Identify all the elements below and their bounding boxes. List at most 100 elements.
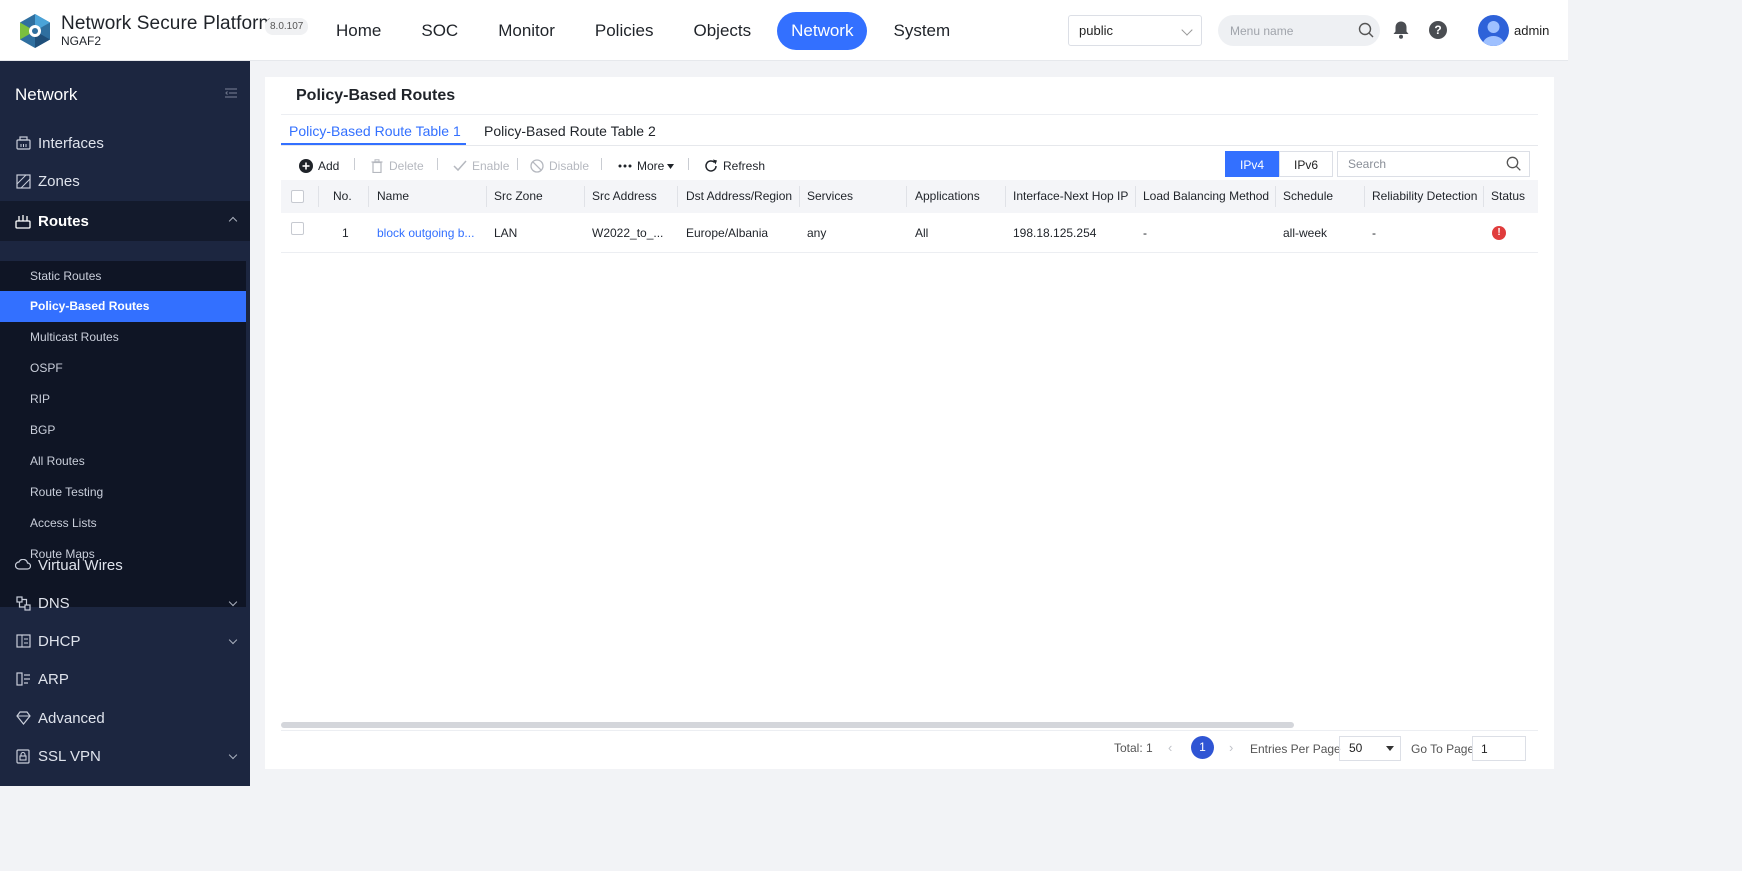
sidebar-item-advanced[interactable]: Advanced [0, 700, 250, 736]
help-icon[interactable]: ? [1429, 21, 1447, 39]
column-header-lb-method[interactable]: Load Balancing Method [1135, 180, 1275, 213]
enable-button[interactable]: Enable [453, 156, 509, 176]
sidebar-subitem-route-testing[interactable]: Route Testing [0, 477, 246, 508]
sidebar-subitem-rip[interactable]: RIP [0, 384, 246, 415]
cell-src-address: W2022_to_... [592, 226, 664, 240]
sidebar-subitem-ospf[interactable]: OSPF [0, 353, 246, 384]
sidebar-item-virtual-wires[interactable]: Virtual Wires [0, 547, 250, 583]
sidebar-item-label: Advanced [38, 709, 105, 727]
chevron-down-icon [1181, 24, 1193, 36]
column-header-no[interactable]: No. [325, 180, 367, 213]
collapse-sidebar-icon[interactable] [225, 88, 237, 98]
column-header-schedule[interactable]: Schedule [1275, 180, 1364, 213]
go-to-page-label: Go To Page [1411, 742, 1475, 756]
brand-subtitle: NGAF2 [61, 34, 102, 48]
dhcp-icon [15, 633, 31, 649]
divider [318, 186, 319, 207]
entries-per-page-value: 50 [1349, 741, 1363, 755]
ipv6-toggle[interactable]: IPv6 [1279, 151, 1333, 177]
avatar[interactable] [1478, 15, 1509, 46]
sidebar-subitem-multicast-routes[interactable]: Multicast Routes [0, 322, 246, 353]
disable-button[interactable]: Disable [530, 156, 589, 176]
sidebar-item-routes[interactable]: Routes [0, 201, 250, 241]
arp-icon [15, 671, 31, 687]
caret-down-icon [1386, 746, 1394, 751]
bell-icon[interactable] [1392, 20, 1410, 40]
sidebar-subitem-bgp[interactable]: BGP [0, 415, 246, 446]
nav-objects[interactable]: Objects [679, 12, 765, 50]
menu-search-input[interactable] [1218, 15, 1380, 46]
nav-policies[interactable]: Policies [581, 12, 668, 50]
tab-route-table-1[interactable]: Policy-Based Route Table 1 [289, 123, 461, 139]
search-icon[interactable] [1506, 156, 1521, 171]
chevron-down-icon [228, 597, 238, 607]
next-page-button[interactable]: › [1229, 740, 1233, 755]
column-header-src-zone[interactable]: Src Zone [486, 180, 584, 213]
row-checkbox[interactable] [291, 222, 304, 235]
cell-name-link[interactable]: block outgoing b... [369, 213, 486, 253]
sidebar-item-label: Zones [38, 172, 80, 190]
top-bar: Network Secure Platform NGAF2 8.0.107 Ho… [0, 0, 1568, 61]
advanced-icon [15, 710, 31, 726]
nav-monitor[interactable]: Monitor [484, 12, 569, 50]
prev-page-button[interactable]: ‹ [1168, 740, 1172, 755]
page-number-current[interactable]: 1 [1191, 736, 1214, 759]
column-header-applications[interactable]: Applications [907, 180, 1005, 213]
refresh-button-label: Refresh [723, 159, 766, 173]
cell-src-zone: LAN [494, 226, 518, 240]
refresh-icon [704, 159, 718, 173]
sidebar-item-label: DHCP [38, 632, 81, 650]
go-to-page-input[interactable] [1472, 736, 1526, 761]
horizontal-scrollbar-thumb[interactable] [281, 722, 1294, 728]
more-button[interactable]: More [618, 156, 675, 176]
vsys-select-value: public [1079, 23, 1113, 38]
ipv4-toggle[interactable]: IPv4 [1225, 151, 1279, 177]
sidebar-item-label: SSL VPN [38, 747, 101, 765]
add-button-label: Add [318, 159, 340, 173]
sidebar-item-interfaces[interactable]: Interfaces [0, 125, 250, 161]
cell-schedule: all-week [1283, 226, 1328, 240]
cell-lb-method: - [1143, 226, 1147, 240]
nav-home[interactable]: Home [322, 12, 395, 50]
delete-button[interactable]: Delete [370, 156, 424, 176]
select-all-checkbox[interactable] [291, 190, 304, 203]
column-header-reliability[interactable]: Reliability Detection [1364, 180, 1483, 213]
sidebar-item-label: Virtual Wires [38, 556, 123, 574]
column-header-src-address[interactable]: Src Address [584, 180, 677, 213]
zones-icon [15, 173, 31, 189]
refresh-button[interactable]: Refresh [704, 156, 765, 176]
column-header-next-hop[interactable]: Interface-Next Hop IP [1005, 180, 1135, 213]
sidebar-item-ssl-vpn[interactable]: SSL VPN [0, 738, 250, 774]
sidebar-item-zones[interactable]: Zones [0, 163, 250, 199]
nav-network[interactable]: Network [777, 12, 868, 50]
column-header-status[interactable]: Status [1483, 180, 1538, 213]
sidebar-subitem-access-lists[interactable]: Access Lists [0, 508, 246, 539]
brand-title: Network Secure Platform [61, 13, 275, 34]
sidebar-item-dns[interactable]: DNS [0, 585, 250, 621]
sidebar-item-dhcp[interactable]: DHCP [0, 623, 250, 659]
nav-soc[interactable]: SOC [407, 12, 472, 50]
vsys-select[interactable]: public [1068, 15, 1202, 46]
error-status-icon[interactable]: ! [1492, 226, 1506, 240]
column-header-name[interactable]: Name [369, 180, 486, 213]
sidebar-subitem-static-routes[interactable]: Static Routes [0, 261, 246, 292]
more-button-label: More [637, 159, 665, 173]
column-header-services[interactable]: Services [799, 180, 906, 213]
sidebar-subitem-policy-based-routes[interactable]: Policy-Based Routes [0, 291, 246, 322]
sidebar-item-label: Interfaces [38, 134, 104, 152]
check-icon [453, 159, 467, 173]
add-button[interactable]: Add [299, 156, 339, 176]
search-icon[interactable] [1358, 22, 1374, 38]
table-search-input[interactable] [1337, 151, 1530, 177]
sidebar-item-arp[interactable]: ARP [0, 661, 250, 697]
page-title: Policy-Based Routes [296, 87, 456, 104]
sidebar-item-label: ARP [38, 670, 69, 688]
username[interactable]: admin [1514, 23, 1549, 38]
tab-route-table-2[interactable]: Policy-Based Route Table 2 [484, 123, 656, 139]
sidebar-subitem-all-routes[interactable]: All Routes [0, 446, 246, 477]
sidebar-item-label: Routes [38, 212, 89, 230]
chevron-down-icon [228, 750, 238, 760]
entries-per-page-select[interactable]: 50 [1339, 736, 1401, 761]
column-header-dst-address[interactable]: Dst Address/Region [678, 180, 799, 213]
nav-system[interactable]: System [879, 12, 964, 50]
